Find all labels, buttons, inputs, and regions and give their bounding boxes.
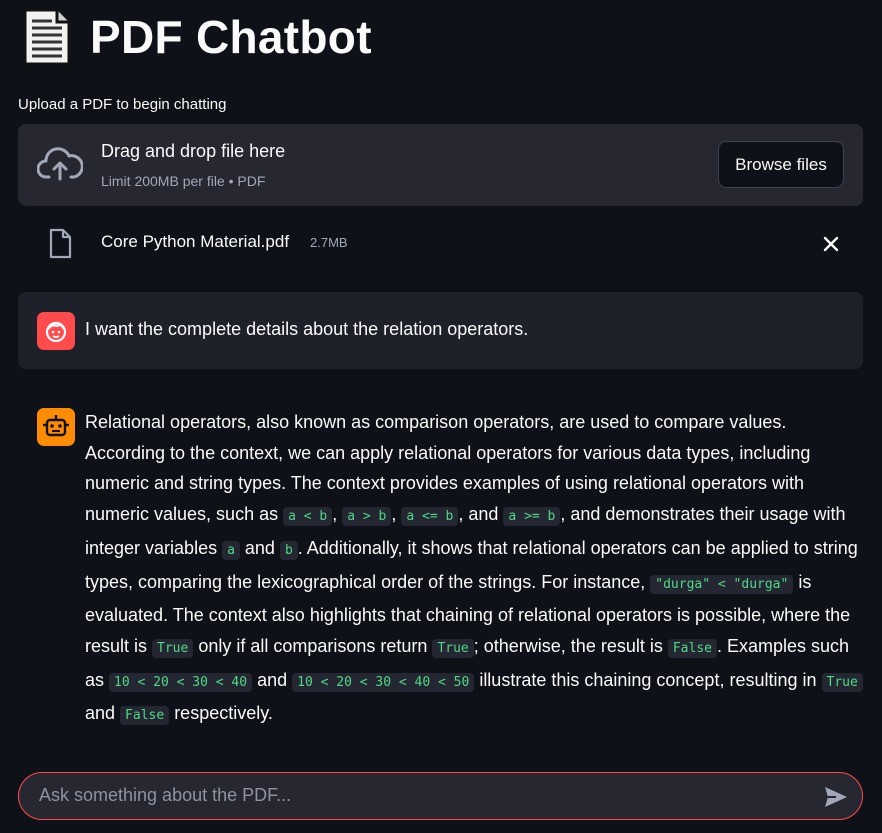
cloud-upload-icon xyxy=(36,147,84,188)
chat-input[interactable]: Ask something about the PDF... xyxy=(18,772,863,820)
file-size: 2.7MB xyxy=(310,235,348,250)
message-text-segment: and xyxy=(252,669,293,690)
inline-code: 10 < 20 < 30 < 40 < 50 xyxy=(292,672,475,692)
inline-code: "durga" < "durga" xyxy=(650,574,794,594)
assistant-message-text: Relational operators, also known as comp… xyxy=(85,407,865,732)
file-dropzone[interactable]: Drag and drop file here Limit 200MB per … xyxy=(18,124,863,206)
inline-code: True xyxy=(432,638,474,658)
message-text-segment: , xyxy=(332,504,343,525)
message-text-segment: and xyxy=(85,703,121,724)
file-name: Core Python Material.pdf xyxy=(101,232,290,251)
inline-code: 10 < 20 < 30 < 40 xyxy=(109,672,253,692)
browse-files-button[interactable]: Browse files xyxy=(718,141,844,188)
message-text-segment: respectively. xyxy=(169,703,273,724)
uploader-label: Upload a PDF to begin chatting xyxy=(18,96,227,113)
message-text-segment: only if all comparisons return xyxy=(193,635,433,656)
inline-code: a <= b xyxy=(401,507,459,527)
dropzone-limit: Limit 200MB per file • PDF xyxy=(101,173,266,189)
chat-input-placeholder: Ask something about the PDF... xyxy=(39,785,292,805)
user-avatar-icon xyxy=(37,312,75,350)
dropzone-title: Drag and drop file here xyxy=(101,141,286,161)
close-icon[interactable] xyxy=(821,234,841,259)
message-text-segment: ; otherwise, the result is xyxy=(473,635,668,656)
message-text-segment: , and xyxy=(458,504,504,525)
inline-code: a > b xyxy=(342,507,392,527)
inline-code: False xyxy=(120,706,170,726)
inline-code: a < b xyxy=(283,507,333,527)
user-message-text: I want the complete details about the re… xyxy=(85,319,529,339)
inline-code: b xyxy=(279,540,298,560)
message-text-segment: illustrate this chaining concept, result… xyxy=(474,669,822,690)
page-header: PDF Chatbot xyxy=(22,8,372,66)
inline-code: a >= b xyxy=(503,507,561,527)
inline-code: False xyxy=(667,638,717,658)
assistant-avatar-icon xyxy=(37,408,75,446)
inline-code: True xyxy=(821,672,863,692)
inline-code: True xyxy=(152,638,194,658)
file-icon xyxy=(47,228,73,265)
page-title: PDF Chatbot xyxy=(90,11,372,63)
uploaded-file: Core Python Material.pdf 2.7MB xyxy=(18,224,863,264)
user-message: I want the complete details about the re… xyxy=(18,292,863,369)
message-text-segment: and xyxy=(239,537,280,558)
message-text-segment: , xyxy=(391,504,402,525)
inline-code: a xyxy=(222,540,240,560)
send-icon[interactable] xyxy=(823,785,849,814)
document-icon xyxy=(22,8,72,66)
